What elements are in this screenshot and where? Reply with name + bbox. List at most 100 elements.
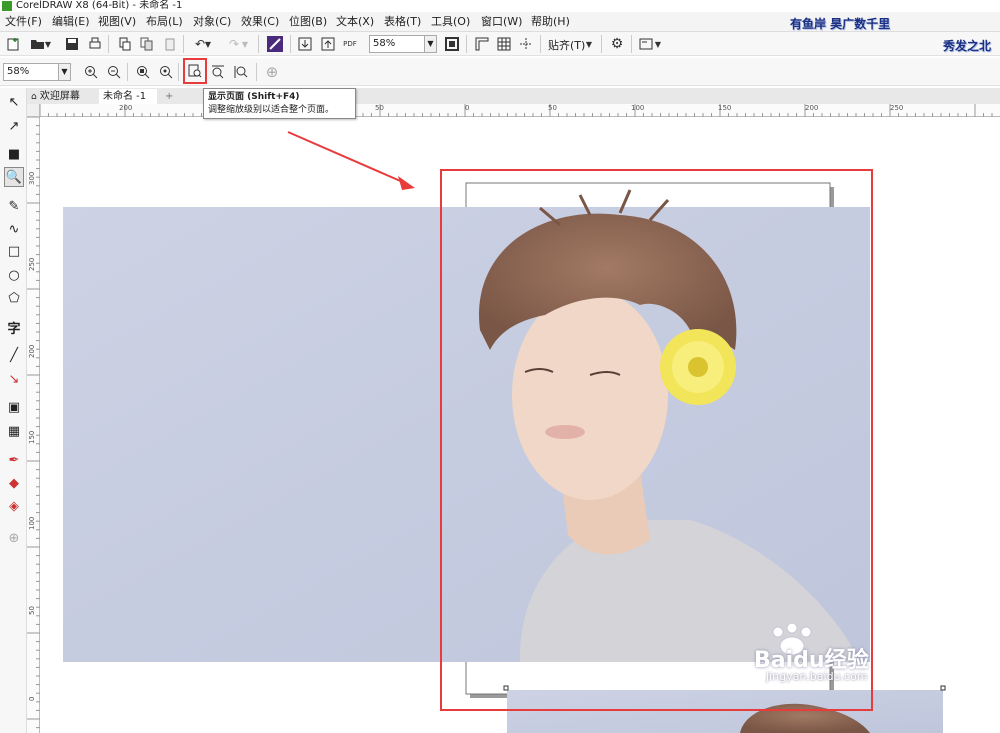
pick-tool-icon[interactable]: ↖: [4, 92, 24, 112]
tooltip: 显示页面 (Shift+F4) 调整缩放级别以适合整个页面。: [203, 88, 356, 119]
tooltip-title: 显示页面 (Shift+F4): [208, 92, 300, 102]
watermark-url: jingyan.baidu.com: [766, 670, 868, 683]
menu-text[interactable]: 文本(X): [336, 12, 374, 32]
rectangle-tool-icon[interactable]: □: [4, 241, 24, 261]
save-icon[interactable]: [62, 34, 82, 54]
zoom-level-combo[interactable]: 58% ▼: [369, 35, 437, 53]
tab-untitled-1[interactable]: 未命名 -1: [99, 89, 157, 104]
full-screen-icon[interactable]: [442, 34, 462, 54]
menu-window[interactable]: 窗口(W): [481, 12, 522, 32]
menu-help[interactable]: 帮助(H): [531, 12, 570, 32]
crop-tool-icon[interactable]: ■: [4, 144, 24, 164]
pdf-label: PDF: [343, 40, 357, 48]
selection-handle[interactable]: [503, 685, 509, 691]
tooltip-description: 调整缩放级别以适合整个页面。: [208, 105, 335, 115]
new-document-icon[interactable]: [3, 34, 23, 54]
menu-tools[interactable]: 工具(O): [431, 12, 470, 32]
color-eyedropper-tool-icon[interactable]: ✒: [4, 450, 24, 470]
zoom-tool-icon[interactable]: 🔍: [4, 167, 24, 187]
toolbox: ↖ ↗ ■ 🔍 ✎ ∿ □ ○ ⬠ 字 ╱ ↘ ▣ ▦ ✒ ◆ ◈ ⊕: [0, 88, 27, 733]
menu-bitmap[interactable]: 位图(B): [289, 12, 327, 32]
add-tool-plus-icon[interactable]: ⊕: [4, 528, 24, 548]
show-guidelines-icon[interactable]: [516, 34, 536, 54]
selection-handle[interactable]: [940, 685, 946, 691]
freehand-tool-icon[interactable]: ✎: [4, 196, 24, 216]
h-ruler-label: 50: [548, 104, 557, 112]
print-icon[interactable]: [85, 34, 105, 54]
chevron-down-icon: ▼: [58, 64, 70, 80]
separator: [256, 63, 257, 81]
menu-object[interactable]: 对象(C): [193, 12, 231, 32]
interactive-fill-tool-icon[interactable]: ◆: [4, 473, 24, 493]
snap-to-button[interactable]: 贴齐(T): [548, 37, 585, 53]
search-content-icon[interactable]: [265, 34, 285, 54]
h-ruler-label: 200: [119, 104, 133, 112]
menu-layout[interactable]: 布局(L): [146, 12, 183, 32]
vertical-ruler[interactable]: 300 250 200 150 100 50 0: [27, 117, 40, 733]
separator: [290, 35, 291, 53]
publish-pdf-icon[interactable]: PDF: [340, 34, 360, 54]
menu-effects[interactable]: 效果(C): [241, 12, 279, 32]
open-dropdown-chevron-down-icon[interactable]: ▼: [43, 34, 53, 54]
options-gear-icon[interactable]: ⚙: [607, 34, 627, 54]
smart-fill-tool-icon[interactable]: ◈: [4, 496, 24, 516]
zoom-to-all-objects-icon[interactable]: [156, 62, 176, 82]
home-icon: ⌂: [31, 92, 37, 102]
horizontal-ruler[interactable]: 200 150 50 0 50 100 150 200 250: [40, 104, 1000, 117]
baidu-jingyan-watermark: Baidu经验 jingyan.baidu.com: [750, 624, 990, 684]
shape-tool-icon[interactable]: ↗: [4, 116, 24, 136]
undo-dropdown-chevron-down-icon[interactable]: ▼: [203, 34, 213, 54]
separator: [466, 35, 467, 53]
zoom-in-icon[interactable]: [81, 62, 101, 82]
text-tool-icon[interactable]: 字: [4, 317, 24, 337]
v-ruler-label: 150: [28, 430, 36, 444]
transparency-tool-icon[interactable]: ▦: [4, 421, 24, 441]
separator: [178, 63, 179, 81]
parallel-dimension-tool-icon[interactable]: ╱: [4, 345, 24, 365]
zoom-to-page-width-icon[interactable]: [208, 62, 228, 82]
cut-icon[interactable]: [115, 34, 135, 54]
zoom-out-icon[interactable]: [104, 62, 124, 82]
paste-icon[interactable]: [160, 34, 180, 54]
menu-view[interactable]: 视图(V): [98, 12, 136, 32]
tab-welcome-label: 欢迎屏幕: [39, 91, 80, 102]
h-ruler-label: 100: [631, 104, 645, 112]
connector-tool-icon[interactable]: ↘: [4, 369, 24, 389]
photo-lips: [545, 425, 585, 439]
menu-edit[interactable]: 编辑(E): [52, 12, 90, 32]
zoom-to-page-height-icon[interactable]: [231, 62, 251, 82]
separator: [631, 35, 632, 53]
zoom-property-bar: 58% ▼ ⊕: [0, 58, 1000, 86]
snap-chevron-down-icon[interactable]: ▼: [584, 34, 594, 54]
h-ruler-label: 0: [465, 104, 470, 112]
polygon-tool-icon[interactable]: ⬠: [4, 288, 24, 308]
add-plus-icon[interactable]: ⊕: [262, 62, 282, 82]
drop-shadow-tool-icon[interactable]: ▣: [4, 397, 24, 417]
artistic-media-tool-icon[interactable]: ∿: [4, 219, 24, 239]
photo-image[interactable]: [63, 189, 870, 662]
show-grid-icon[interactable]: [494, 34, 514, 54]
v-ruler-label: 300: [28, 171, 36, 185]
ruler-origin[interactable]: [27, 104, 40, 117]
copy-icon[interactable]: [137, 34, 157, 54]
redo-dropdown-chevron-down-icon[interactable]: ▼: [240, 34, 250, 54]
zoom-level-value: 58%: [373, 38, 396, 49]
show-rulers-icon[interactable]: [472, 34, 492, 54]
menu-bar: 文件(F) 编辑(E) 视图(V) 布局(L) 对象(C) 效果(C) 位图(B…: [0, 12, 1000, 32]
zoom-level-combo-2[interactable]: 58% ▼: [3, 63, 71, 81]
tab-add-plus-icon[interactable]: +: [161, 89, 175, 104]
h-ruler-label: 200: [805, 104, 819, 112]
v-ruler-label: 250: [28, 257, 36, 271]
separator: [183, 35, 184, 53]
v-ruler-label: 100: [28, 516, 36, 530]
menu-table[interactable]: 表格(T): [384, 12, 421, 32]
v-ruler-label: 200: [28, 344, 36, 358]
menu-file[interactable]: 文件(F): [5, 12, 42, 32]
import-icon[interactable]: [295, 34, 315, 54]
launcher-chevron-down-icon[interactable]: ▼: [653, 34, 663, 54]
zoom-to-page-icon[interactable]: [183, 58, 207, 84]
export-icon[interactable]: [318, 34, 338, 54]
tab-welcome-screen[interactable]: ⌂ 欢迎屏幕: [27, 89, 97, 104]
zoom-to-selected-icon[interactable]: [133, 62, 153, 82]
ellipse-tool-icon[interactable]: ○: [4, 265, 24, 285]
